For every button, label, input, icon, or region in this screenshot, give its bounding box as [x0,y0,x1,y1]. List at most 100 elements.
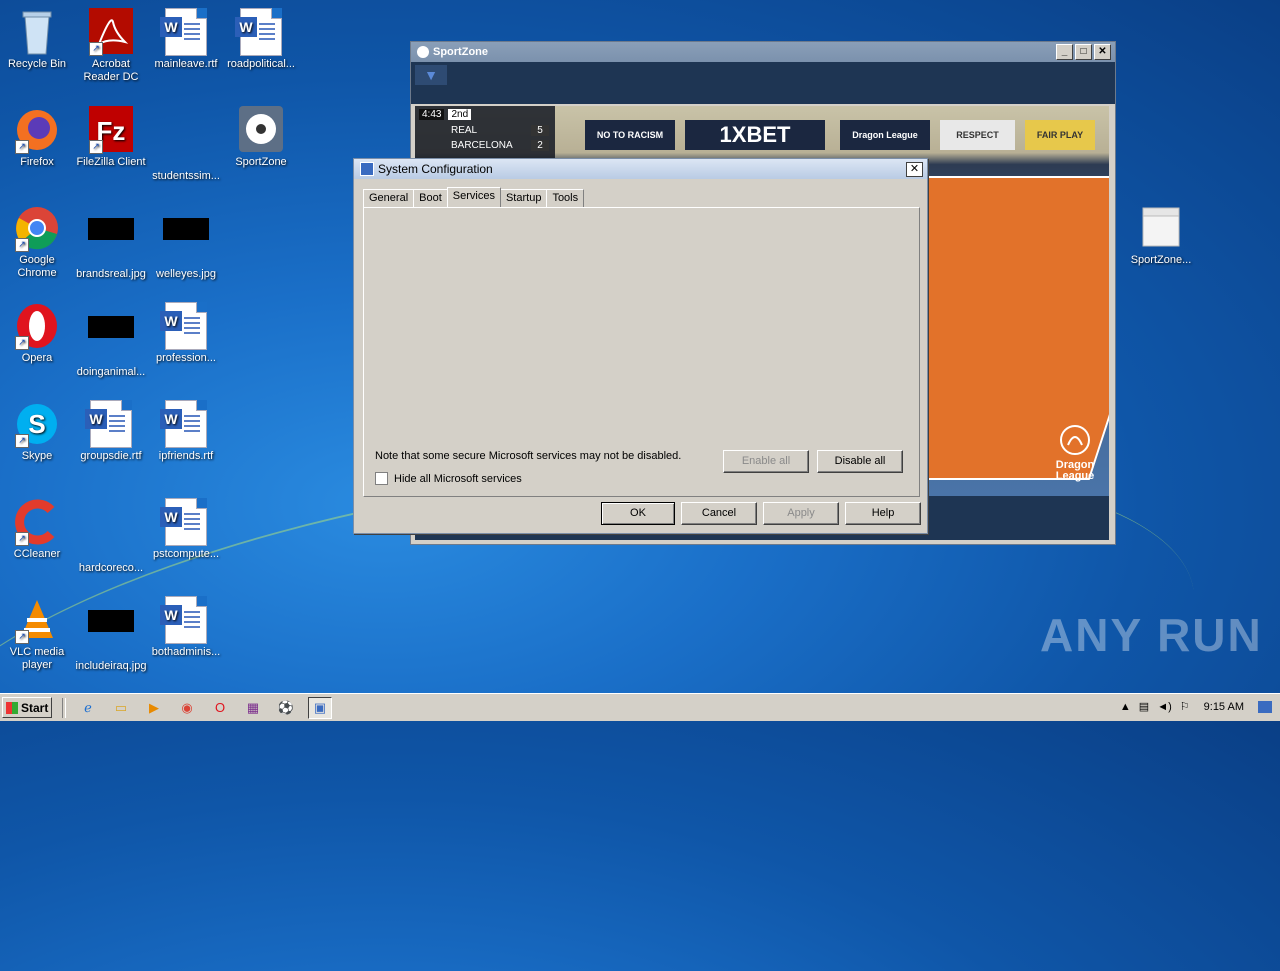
ok-button[interactable]: OK [601,502,675,525]
anyrun-watermark: ANY RUN [1040,609,1263,661]
desktop-icon-brandsreal[interactable]: brandsreal.jpg [74,204,148,281]
checkbox-box[interactable] [375,472,388,485]
desktop-icon-roadpolitical[interactable]: W roadpolitical... [224,8,298,71]
dialog-titlebar[interactable]: System Configuration [354,159,927,179]
scoreboard: 4:43 2nd REAL 5 BARCELONA 2 [415,106,555,158]
winrar-icon[interactable]: ▦ [242,698,264,718]
show-desktop-icon[interactable] [1258,700,1272,713]
start-button[interactable]: Start [2,697,52,718]
desktop-icon-sportzone[interactable]: SportZone [224,106,298,169]
banner: 1XBET [685,120,825,150]
taskbar: Start ℯ ▭ ▶ ◉ O ▦ ⚽ ▣ ▲ ▤ ◄) ⚐ 9:15 AM [0,693,1280,721]
desktop-icon-vlc[interactable]: ↗ VLC media player [0,596,74,672]
desktop-icon-label: FileZilla Client [76,156,146,168]
desktop-icon-opera[interactable]: ↗ Opera [0,302,74,365]
hide-microsoft-services-checkbox[interactable]: Hide all Microsoft services [375,472,522,485]
desktop-icon-mainleave[interactable]: W mainleave.rtf [149,8,223,71]
clock[interactable]: 9:15 AM [1204,701,1244,713]
acrobat-icon: ↗ [87,8,135,56]
desktop-icon-label: ipfriends.rtf [158,450,214,462]
match-time: 4:43 [419,109,445,120]
desktop-icon-label: Acrobat Reader DC [83,58,139,83]
desktop-icon-skype[interactable]: S ↗ Skype [0,400,74,463]
desktop-icon-doinganimal[interactable]: doinganimal... [74,302,148,379]
desktop-icon-hardcoreco[interactable]: hardcoreco... [74,498,148,575]
explorer-icon[interactable]: ▭ [110,698,132,718]
msconfig-task-icon[interactable]: ▣ [308,696,332,719]
sportzone-icon [237,106,285,154]
desktop-icon-label: bothadminis... [151,646,221,658]
word-document-icon: W [160,8,207,56]
close-button[interactable]: ✕ [1094,44,1111,60]
vlc-icon: ↗ [13,596,61,644]
tab-boot[interactable]: Boot [413,189,448,207]
enable-all-button[interactable]: Enable all [723,450,809,473]
ie-icon[interactable]: ℯ [77,698,99,718]
sportzone-titlebar[interactable]: SportZone _ □ ✕ [411,42,1115,62]
desktop-icon-recycle-bin[interactable]: Recycle Bin [0,8,74,71]
word-document-icon: W [160,596,207,644]
image-thumbnail [163,218,209,240]
desktop-icon-studentssim[interactable]: studentssim... [149,106,223,183]
match-period: 2nd [448,109,472,120]
desktop-icon-ipfriends[interactable]: W ipfriends.rtf [149,400,223,463]
team-name: REAL [451,125,478,136]
desktop-icon-label: SportZone... [1130,254,1192,266]
banner: RESPECT [940,120,1015,150]
opera-icon[interactable]: O [209,698,231,718]
desktop-icon-welleyes[interactable]: welleyes.jpg [149,204,223,281]
desktop-icon-firefox[interactable]: ↗ Firefox [0,106,74,169]
menu-chevron-icon[interactable]: ▼ [415,65,447,85]
desktop-icon-label: mainleave.rtf [154,58,218,70]
disable-all-button[interactable]: Disable all [817,450,903,473]
desktop-icon-label: SportZone [235,156,287,168]
sportzone-task-icon[interactable]: ⚽ [275,698,297,718]
desktop-icon-label: brandsreal.jpg [76,268,146,280]
window-title: SportZone [433,46,488,58]
cancel-button[interactable]: Cancel [681,502,757,525]
help-button[interactable]: Help [845,502,921,525]
network-icon[interactable]: ▤ [1139,700,1149,713]
desktop-icon-profession[interactable]: W profession... [149,302,223,365]
desktop-icon-label: includeiraq.jpg [75,660,147,672]
sportzone-app-icon [417,46,429,58]
desktop-icon-bothadminis[interactable]: W bothadminis... [149,596,223,659]
firefox-icon: ↗ [13,106,61,154]
image-thumbnail [88,316,134,338]
desktop-icon-label: Recycle Bin [7,58,67,70]
recycle-bin-icon [13,8,61,56]
tab-general[interactable]: General [363,189,415,207]
desktop-icon-label: welleyes.jpg [156,268,216,280]
tab-startup[interactable]: Startup [499,189,548,207]
banner: FAIR PLAY [1025,120,1095,150]
show-hidden-icons-icon[interactable]: ▲ [1120,701,1131,713]
desktop-icon-label: profession... [156,352,216,364]
media-player-icon[interactable]: ▶ [143,698,165,718]
chrome-icon[interactable]: ◉ [176,698,198,718]
image-thumbnail [88,610,134,632]
team-score: 2 [531,140,549,151]
tab-tools[interactable]: Tools [546,189,585,207]
maximize-button[interactable]: □ [1075,44,1092,60]
close-button[interactable]: ✕ [906,162,923,177]
tab-services[interactable]: Services [446,187,501,207]
desktop-icon-groupsdie[interactable]: W groupsdie.rtf [74,400,148,463]
desktop-icon-label: hardcoreco... [78,562,144,574]
start-label: Start [21,700,49,715]
desktop-icon-label: doinganimal... [76,366,146,378]
desktop-icon-label: groupsdie.rtf [80,450,142,462]
desktop-icon-ccleaner[interactable]: ↗ CCleaner [0,498,74,561]
league-logo-text: Dragon League [1055,459,1095,482]
desktop-icon-includeiraq[interactable]: includeiraq.jpg [74,596,148,673]
desktop-icon-chrome[interactable]: ↗ Google Chrome [0,204,74,280]
volume-icon[interactable]: ◄) [1157,701,1172,713]
desktop-icon-sportzone-installer[interactable]: SportZone... [1124,204,1198,267]
minimize-button[interactable]: _ [1056,44,1073,60]
action-center-flag-icon[interactable]: ⚐ [1180,700,1190,713]
desktop-icon-filezilla[interactable]: Fz ↗ FileZilla Client [74,106,148,169]
system-tray: ▲ ▤ ◄) ⚐ 9:15 AM [1104,696,1280,717]
checkbox-label: Hide all Microsoft services [394,472,522,485]
desktop-icon-pstcompute[interactable]: W pstcompute... [149,498,223,561]
apply-button[interactable]: Apply [763,502,839,525]
desktop-icon-acrobat[interactable]: ↗ Acrobat Reader DC [74,8,148,84]
